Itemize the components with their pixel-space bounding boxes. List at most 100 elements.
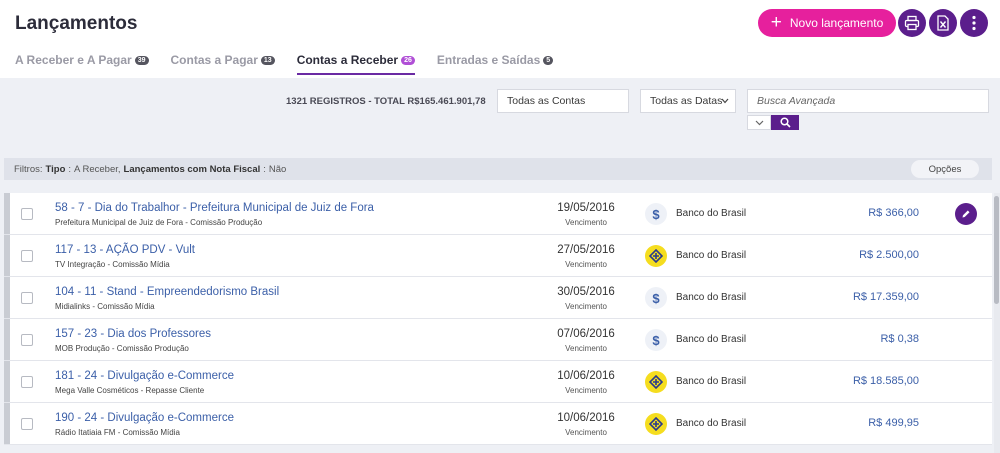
filter-type-label: Tipo [45, 163, 66, 175]
options-button[interactable]: Opções [911, 160, 979, 178]
entry-amount: R$ 366,00 [868, 207, 919, 219]
filter-type-value: A Receber, [74, 163, 121, 175]
row-checkbox[interactable] [21, 418, 33, 430]
printer-icon [904, 15, 920, 31]
tab-accounts-payable[interactable]: Contas a Pagar 13 [171, 53, 275, 75]
table-row[interactable]: 104 - 11 - Stand - Empreendedorismo Bras… [4, 277, 992, 319]
row-checkbox[interactable] [21, 250, 33, 262]
entry-date-label: Vencimento [565, 260, 607, 269]
tab-receivable-and-payable[interactable]: A Receber e A Pagar 39 [15, 53, 149, 75]
row-checkbox[interactable] [21, 208, 33, 220]
entry-date-label: Vencimento [565, 218, 607, 227]
dates-select-value: Todas as Datas [650, 95, 723, 107]
banco-do-brasil-logo-icon [645, 413, 667, 435]
excel-export-icon [937, 15, 949, 31]
entry-subtitle: Midialinks - Comissão Mídia [55, 302, 155, 311]
entry-amount: R$ 0,38 [880, 333, 919, 345]
entry-bank: Banco do Brasil [676, 418, 747, 429]
pencil-icon [962, 210, 970, 218]
tab-label: Entradas e Saídas [436, 53, 541, 67]
dollar-icon: $ [645, 287, 667, 309]
filters-prefix: Filtros: [14, 163, 43, 175]
entry-date-label: Vencimento [565, 428, 607, 437]
entry-title[interactable]: 181 - 24 - Divulgação e-Commerce [55, 370, 234, 382]
tab-bar: A Receber e A Pagar 39 Contas a Pagar 13… [15, 53, 554, 75]
scrollbar-thumb[interactable] [994, 196, 999, 304]
row-checkbox[interactable] [21, 334, 33, 346]
row-checkbox[interactable] [21, 376, 33, 388]
table-row[interactable]: 157 - 23 - Dia dos Professores MOB Produ… [4, 319, 992, 361]
entry-bank: Banco do Brasil [676, 208, 747, 219]
new-entry-label: Novo lançamento [789, 16, 884, 30]
kebab-menu-icon [972, 15, 976, 31]
entry-title[interactable]: 104 - 11 - Stand - Empreendedorismo Bras… [55, 286, 279, 298]
accounts-select[interactable]: Todas as Contas [497, 89, 629, 113]
chevron-down-icon [755, 120, 763, 125]
new-entry-button[interactable]: + Novo lançamento [758, 9, 896, 37]
entry-date-label: Vencimento [565, 386, 607, 395]
entry-bank: Banco do Brasil [676, 334, 747, 345]
tab-count-badge: 26 [401, 56, 415, 65]
banco-do-brasil-logo-icon [645, 245, 667, 267]
filter-invoice-value: Não [268, 163, 287, 175]
tab-count-badge: 13 [260, 56, 275, 65]
entry-subtitle: Prefeitura Municipal de Juiz de Fora - C… [55, 218, 263, 227]
banco-do-brasil-logo-icon [645, 371, 667, 393]
entry-bank: Banco do Brasil [676, 250, 747, 261]
chevron-down-icon [721, 98, 729, 104]
excel-export-button[interactable] [929, 9, 957, 37]
search-placeholder: Busca Avançada [757, 95, 836, 107]
tab-count-badge: 5 [543, 56, 554, 65]
advanced-search-input[interactable]: Busca Avançada [747, 89, 989, 113]
table-row[interactable]: 117 - 13 - AÇÃO PDV - Vult TV Integração… [4, 235, 992, 277]
tab-accounts-receivable[interactable]: Contas a Receber 26 [296, 53, 416, 75]
entry-title[interactable]: 190 - 24 - Divulgação e-Commerce [55, 412, 234, 424]
row-checkbox[interactable] [21, 292, 33, 304]
entry-date: 07/06/2016 [557, 328, 615, 340]
entry-title[interactable]: 117 - 13 - AÇÃO PDV - Vult [55, 244, 195, 256]
tab-label: Contas a Receber [296, 53, 399, 67]
tab-inflows-and-outflows[interactable]: Entradas e Saídas 5 [436, 53, 554, 75]
entry-title[interactable]: 58 - 7 - Dia do Trabalhor - Prefeitura M… [55, 202, 374, 214]
dollar-icon: $ [645, 329, 667, 351]
dollar-icon: $ [645, 203, 667, 225]
entry-date: 10/06/2016 [557, 370, 615, 382]
edit-button[interactable] [955, 203, 977, 225]
search-options-dropdown[interactable] [747, 115, 771, 130]
entry-subtitle: Rádio Itatiaia FM - Comissão Mídia [55, 428, 180, 437]
tab-label: A Receber e A Pagar [15, 53, 132, 67]
table-row[interactable]: 190 - 24 - Divulgação e-Commerce Rádio I… [4, 403, 992, 445]
top-header: Lançamentos + Novo lançamento A Receber … [0, 0, 1000, 78]
entry-subtitle: MOB Produção - Comissão Produção [55, 344, 189, 353]
tab-count-badge: 39 [134, 56, 149, 65]
entry-date: 30/05/2016 [557, 286, 615, 298]
tab-label: Contas a Pagar [170, 53, 258, 67]
dates-select[interactable]: Todas as Datas [640, 89, 736, 113]
entry-date-label: Vencimento [565, 344, 607, 353]
entry-bank: Banco do Brasil [676, 376, 747, 387]
plus-icon: + [770, 11, 782, 33]
more-options-button[interactable] [960, 9, 988, 37]
entry-subtitle: TV Integração - Comissão Mídia [55, 260, 170, 269]
entry-date: 19/05/2016 [557, 202, 615, 214]
print-button[interactable] [898, 9, 926, 37]
search-button[interactable] [771, 115, 799, 130]
entry-date: 27/05/2016 [557, 244, 615, 256]
table-row[interactable]: 181 - 24 - Divulgação e-Commerce Mega Va… [4, 361, 992, 403]
entry-amount: R$ 2.500,00 [859, 249, 919, 261]
entry-amount: R$ 17.359,00 [852, 291, 919, 303]
filter-invoice-label: Lançamentos com Nota Fiscal [123, 163, 261, 175]
accounts-select-value: Todas as Contas [507, 95, 586, 107]
entry-date: 10/06/2016 [557, 412, 615, 424]
active-filters-bar: Filtros: Tipo: A Receber, Lançamentos co… [4, 158, 992, 180]
entry-date-label: Vencimento [565, 302, 607, 311]
page-title: Lançamentos [15, 13, 138, 34]
search-icon [779, 117, 791, 128]
entry-subtitle: Mega Valle Cosméticos - Repasse Cliente [55, 386, 205, 395]
entry-amount: R$ 499,95 [868, 417, 919, 429]
entry-amount: R$ 18.585,00 [852, 375, 919, 387]
entry-title[interactable]: 157 - 23 - Dia dos Professores [55, 328, 211, 340]
table-row[interactable]: 58 - 7 - Dia do Trabalhor - Prefeitura M… [4, 193, 992, 235]
entry-bank: Banco do Brasil [676, 292, 747, 303]
entries-list: 58 - 7 - Dia do Trabalhor - Prefeitura M… [4, 193, 992, 453]
